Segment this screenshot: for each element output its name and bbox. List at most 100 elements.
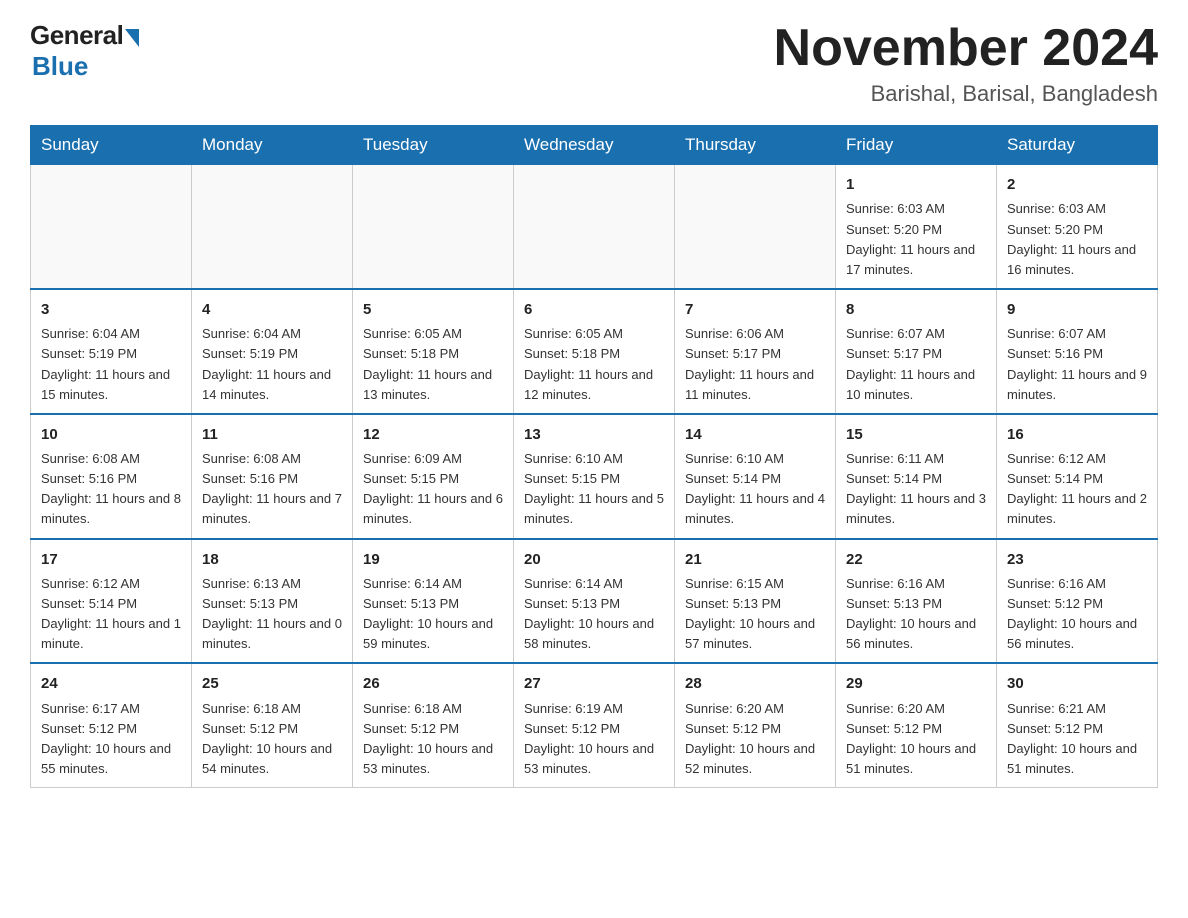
day-number: 8 <box>846 298 986 321</box>
day-number: 19 <box>363 548 503 571</box>
day-cell: 2Sunrise: 6:03 AMSunset: 5:20 PMDaylight… <box>997 165 1158 289</box>
day-info: Sunrise: 6:09 AMSunset: 5:15 PMDaylight:… <box>363 449 503 530</box>
day-number: 11 <box>202 423 342 446</box>
logo-arrow-icon <box>125 29 139 47</box>
day-info: Sunrise: 6:10 AMSunset: 5:14 PMDaylight:… <box>685 449 825 530</box>
day-cell: 3 Sunrise: 6:04 AMSunset: 5:19 PMDaylight… <box>31 289 192 414</box>
day-info: Sunrise: 6:07 AMSunset: 5:17 PMDaylight:… <box>846 324 986 405</box>
day-cell <box>514 165 675 289</box>
day-number: 7 <box>685 298 825 321</box>
day-info: Sunrise: 6:19 AMSunset: 5:12 PMDaylight:… <box>524 699 664 780</box>
day-number: 15 <box>846 423 986 446</box>
day-cell: 29 Sunrise: 6:20 AMSunset: 5:12 PMDayligh… <box>836 663 997 787</box>
weekday-header-saturday: Saturday <box>997 126 1158 165</box>
day-info: Sunrise: 6:12 AMSunset: 5:14 PMDaylight:… <box>41 574 181 655</box>
day-cell <box>675 165 836 289</box>
logo-blue-text: Blue <box>32 51 88 82</box>
weekday-header-tuesday: Tuesday <box>353 126 514 165</box>
day-cell: 8 Sunrise: 6:07 AMSunset: 5:17 PMDaylight… <box>836 289 997 414</box>
day-info: Sunrise: 6:10 AMSunset: 5:15 PMDaylight:… <box>524 449 664 530</box>
day-info: Sunrise: 6:18 AMSunset: 5:12 PMDaylight:… <box>202 699 342 780</box>
day-cell: 17 Sunrise: 6:12 AMSunset: 5:14 PMDayligh… <box>31 539 192 664</box>
day-cell: 28 Sunrise: 6:20 AMSunset: 5:12 PMDayligh… <box>675 663 836 787</box>
day-cell: 10 Sunrise: 6:08 AMSunset: 5:16 PMDayligh… <box>31 414 192 539</box>
day-info: Sunrise: 6:08 AMSunset: 5:16 PMDaylight:… <box>202 449 342 530</box>
day-number: 25 <box>202 672 342 695</box>
day-cell: 27 Sunrise: 6:19 AMSunset: 5:12 PMDayligh… <box>514 663 675 787</box>
day-number: 23 <box>1007 548 1147 571</box>
page-header: General Blue November 2024 Barishal, Bar… <box>30 20 1158 107</box>
day-number: 22 <box>846 548 986 571</box>
week-row-3: 10 Sunrise: 6:08 AMSunset: 5:16 PMDayligh… <box>31 414 1158 539</box>
day-cell: 24Sunrise: 6:17 AMSunset: 5:12 PMDayligh… <box>31 663 192 787</box>
day-info: Sunrise: 6:06 AMSunset: 5:17 PMDaylight:… <box>685 324 825 405</box>
day-number: 6 <box>524 298 664 321</box>
weekday-header-thursday: Thursday <box>675 126 836 165</box>
logo-general-text: General <box>30 20 123 51</box>
day-cell: 22 Sunrise: 6:16 AMSunset: 5:13 PMDayligh… <box>836 539 997 664</box>
day-number: 17 <box>41 548 181 571</box>
day-number: 27 <box>524 672 664 695</box>
day-number: 20 <box>524 548 664 571</box>
day-info: Sunrise: 6:04 AMSunset: 5:19 PMDaylight:… <box>41 324 181 405</box>
day-info: Sunrise: 6:03 AMSunset: 5:20 PMDaylight:… <box>846 199 986 280</box>
day-cell: 15Sunrise: 6:11 AMSunset: 5:14 PMDayligh… <box>836 414 997 539</box>
day-number: 28 <box>685 672 825 695</box>
day-cell: 14 Sunrise: 6:10 AMSunset: 5:14 PMDayligh… <box>675 414 836 539</box>
month-title: November 2024 <box>774 20 1158 77</box>
weekday-header-row: SundayMondayTuesdayWednesdayThursdayFrid… <box>31 126 1158 165</box>
day-cell: 11 Sunrise: 6:08 AMSunset: 5:16 PMDayligh… <box>192 414 353 539</box>
day-number: 10 <box>41 423 181 446</box>
weekday-header-wednesday: Wednesday <box>514 126 675 165</box>
day-number: 26 <box>363 672 503 695</box>
day-cell: 6Sunrise: 6:05 AMSunset: 5:18 PMDaylight… <box>514 289 675 414</box>
day-cell: 25 Sunrise: 6:18 AMSunset: 5:12 PMDayligh… <box>192 663 353 787</box>
day-cell: 19Sunrise: 6:14 AMSunset: 5:13 PMDayligh… <box>353 539 514 664</box>
day-cell: 12 Sunrise: 6:09 AMSunset: 5:15 PMDayligh… <box>353 414 514 539</box>
day-cell: 20 Sunrise: 6:14 AMSunset: 5:13 PMDayligh… <box>514 539 675 664</box>
day-info: Sunrise: 6:15 AMSunset: 5:13 PMDaylight:… <box>685 574 825 655</box>
day-cell: 21 Sunrise: 6:15 AMSunset: 5:13 PMDayligh… <box>675 539 836 664</box>
day-number: 24 <box>41 672 181 695</box>
day-cell: 30 Sunrise: 6:21 AMSunset: 5:12 PMDayligh… <box>997 663 1158 787</box>
week-row-2: 3 Sunrise: 6:04 AMSunset: 5:19 PMDaylight… <box>31 289 1158 414</box>
day-number: 13 <box>524 423 664 446</box>
weekday-header-sunday: Sunday <box>31 126 192 165</box>
day-info: Sunrise: 6:20 AMSunset: 5:12 PMDaylight:… <box>685 699 825 780</box>
day-info: Sunrise: 6:04 AMSunset: 5:19 PMDaylight:… <box>202 324 342 405</box>
day-number: 4 <box>202 298 342 321</box>
day-info: Sunrise: 6:13 AMSunset: 5:13 PMDaylight:… <box>202 574 342 655</box>
day-cell: 9Sunrise: 6:07 AMSunset: 5:16 PMDaylight… <box>997 289 1158 414</box>
day-number: 14 <box>685 423 825 446</box>
day-cell: 1 Sunrise: 6:03 AMSunset: 5:20 PMDaylight… <box>836 165 997 289</box>
day-cell: 13 Sunrise: 6:10 AMSunset: 5:15 PMDayligh… <box>514 414 675 539</box>
day-number: 5 <box>363 298 503 321</box>
weekday-header-monday: Monday <box>192 126 353 165</box>
day-number: 3 <box>41 298 181 321</box>
day-info: Sunrise: 6:20 AMSunset: 5:12 PMDaylight:… <box>846 699 986 780</box>
week-row-1: 1 Sunrise: 6:03 AMSunset: 5:20 PMDaylight… <box>31 165 1158 289</box>
day-info: Sunrise: 6:14 AMSunset: 5:13 PMDaylight:… <box>524 574 664 655</box>
week-row-4: 17 Sunrise: 6:12 AMSunset: 5:14 PMDayligh… <box>31 539 1158 664</box>
location: Barishal, Barisal, Bangladesh <box>774 81 1158 107</box>
day-info: Sunrise: 6:21 AMSunset: 5:12 PMDaylight:… <box>1007 699 1147 780</box>
day-number: 30 <box>1007 672 1147 695</box>
day-cell <box>31 165 192 289</box>
day-cell: 18 Sunrise: 6:13 AMSunset: 5:13 PMDayligh… <box>192 539 353 664</box>
logo: General Blue <box>30 20 139 82</box>
day-info: Sunrise: 6:08 AMSunset: 5:16 PMDaylight:… <box>41 449 181 530</box>
day-info: Sunrise: 6:16 AMSunset: 5:13 PMDaylight:… <box>846 574 986 655</box>
day-info: Sunrise: 6:03 AMSunset: 5:20 PMDaylight:… <box>1007 199 1147 280</box>
day-number: 29 <box>846 672 986 695</box>
day-number: 18 <box>202 548 342 571</box>
weekday-header-friday: Friday <box>836 126 997 165</box>
day-cell: 23Sunrise: 6:16 AMSunset: 5:12 PMDayligh… <box>997 539 1158 664</box>
day-number: 1 <box>846 173 986 196</box>
day-cell: 4 Sunrise: 6:04 AMSunset: 5:19 PMDaylight… <box>192 289 353 414</box>
week-row-5: 24Sunrise: 6:17 AMSunset: 5:12 PMDayligh… <box>31 663 1158 787</box>
day-info: Sunrise: 6:12 AMSunset: 5:14 PMDaylight:… <box>1007 449 1147 530</box>
day-cell: 5Sunrise: 6:05 AMSunset: 5:18 PMDaylight… <box>353 289 514 414</box>
day-number: 12 <box>363 423 503 446</box>
day-number: 21 <box>685 548 825 571</box>
day-cell: 16Sunrise: 6:12 AMSunset: 5:14 PMDayligh… <box>997 414 1158 539</box>
